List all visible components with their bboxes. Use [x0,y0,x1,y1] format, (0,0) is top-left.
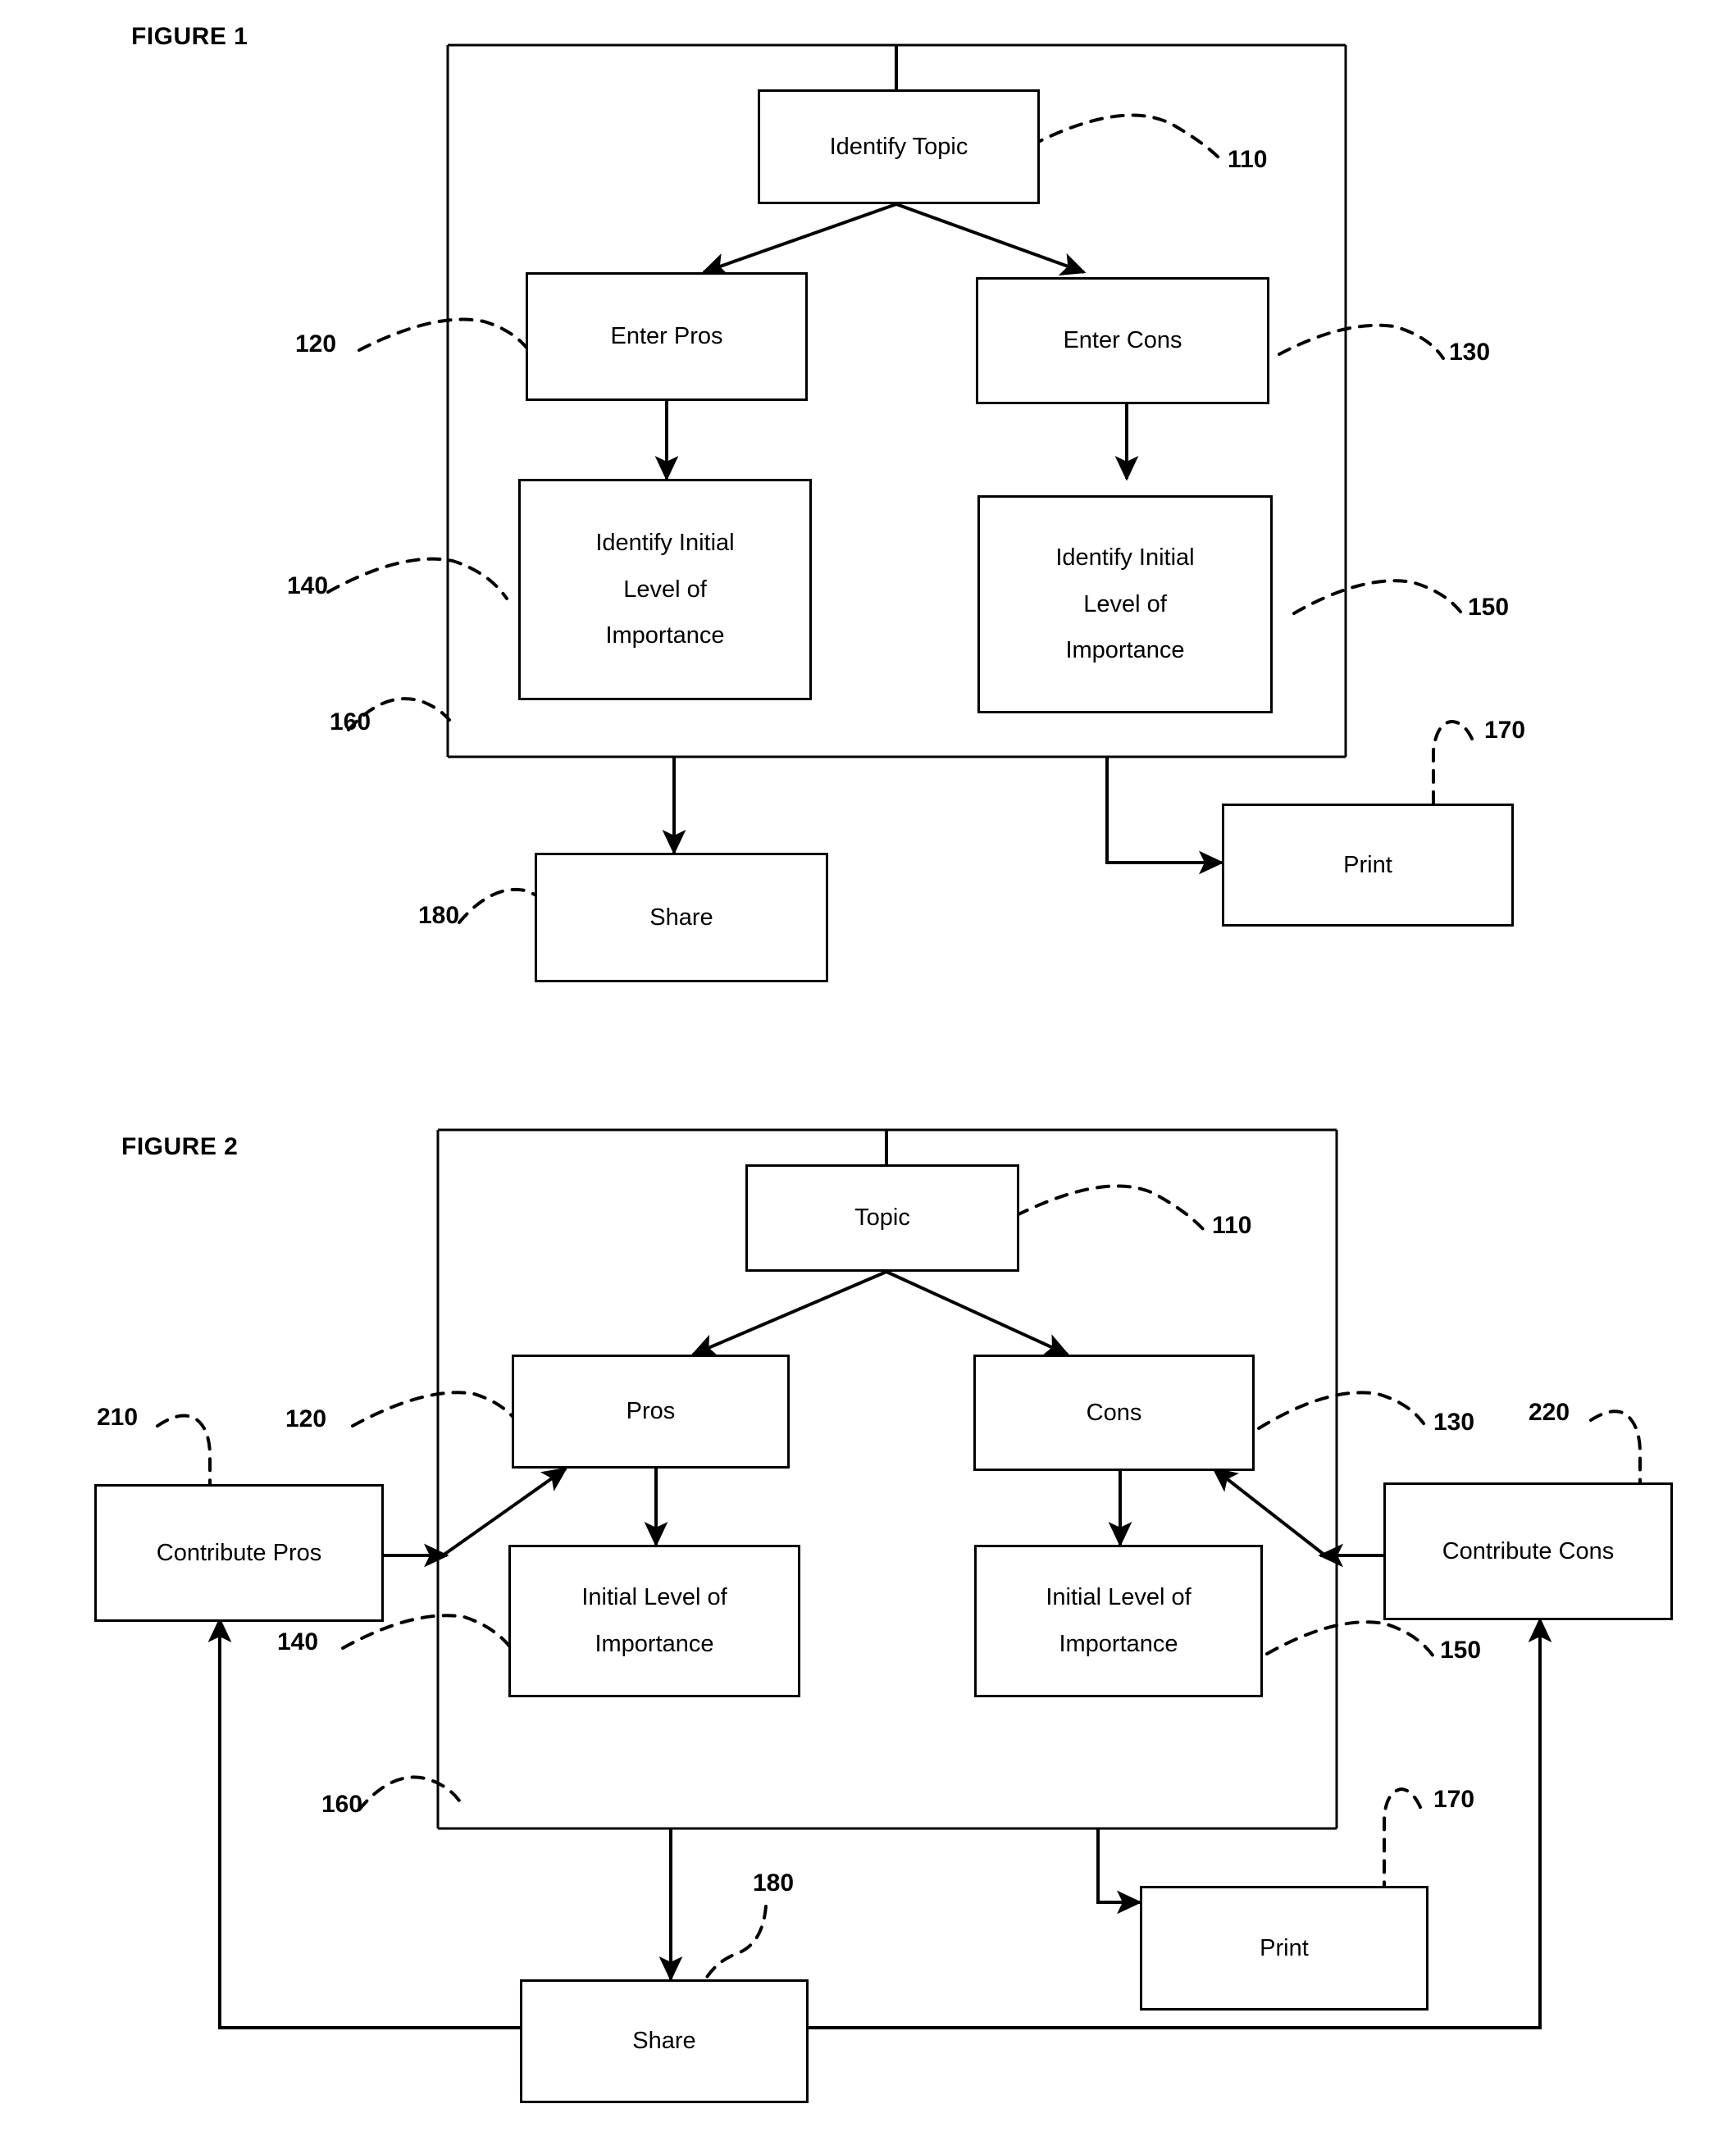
patent-drawing-sheet: FIGURE 1 Identify Topic Enter Pros Enter… [0,0,1736,2154]
fig2-node-level-pros-line1: Initial Level of [581,1584,727,1611]
fig2-node-initial-level-cons[interactable]: Initial Level of Importance [974,1545,1263,1697]
fig1-ref-170: 170 [1484,717,1526,744]
fig2-node-cons-label: Cons [1086,1399,1142,1426]
fig2-feedback-share-to-contribute-pros [207,1617,520,2029]
fig1-ref-160: 160 [330,708,371,735]
fig1-node-level-pros-line2: Level of [623,576,707,603]
fig2-leader-170 [1383,1787,1422,1888]
fig2-leader-150 [1265,1620,1435,1658]
fig1-node-enter-pros[interactable]: Enter Pros [526,272,808,401]
fig1-arrow-topic-to-enter-cons [895,203,1087,276]
fig1-ref-180: 180 [418,902,460,929]
fig2-node-level-pros-line2: Importance [595,1631,714,1657]
fig2-ref-210: 210 [97,1404,139,1431]
fig1-node-level-pros-line1: Identify Initial [595,530,735,557]
fig1-node-level-pros-line3: Importance [605,622,725,649]
fig2-ref-160: 160 [321,1791,363,1818]
fig2-leader-160 [358,1775,461,1811]
fig2-node-share[interactable]: Share [520,1979,809,2103]
fig1-node-enter-cons[interactable]: Enter Cons [976,277,1269,404]
fig2-leader-180 [702,1905,768,1984]
fig1-ref-110: 110 [1228,146,1268,173]
fig1-node-enter-cons-label: Enter Cons [1063,327,1182,354]
fig2-arrow-contribute-pros-to-pros [441,1467,568,1557]
fig2-node-topic-label: Topic [854,1205,910,1232]
fig1-node-level-cons-line2: Level of [1083,590,1167,617]
fig2-ref-220: 220 [1529,1399,1570,1426]
fig1-leader-110 [1030,113,1223,162]
fig1-leader-120 [358,317,533,356]
fig1-node-print-label: Print [1343,851,1392,878]
fig2-ref-150: 150 [1440,1637,1482,1664]
figure-1-title: FIGURE 1 [131,23,248,50]
fig1-node-identify-initial-level-cons[interactable]: Identify Initial Level of Importance [977,495,1273,713]
fig1-node-level-cons-line3: Importance [1065,637,1185,664]
fig2-leader-220 [1589,1409,1642,1484]
fig1-node-level-cons-line1: Identify Initial [1055,544,1195,572]
fig1-arrow-to-print [1105,757,1224,875]
fig2-node-initial-level-pros[interactable]: Initial Level of Importance [508,1545,800,1697]
fig2-node-share-label: Share [632,2028,696,2055]
fig2-node-contribute-cons[interactable]: Contribute Cons [1383,1482,1673,1620]
fig2-node-level-cons-line1: Initial Level of [1046,1584,1192,1611]
figure-2-title: FIGURE 2 [121,1133,239,1160]
fig1-node-share[interactable]: Share [535,853,828,982]
fig2-node-cons[interactable]: Cons [973,1355,1255,1471]
fig1-ref-130: 130 [1449,339,1491,366]
fig2-arrow-contribute-cons-to-cons [1211,1467,1327,1557]
fig1-ref-140: 140 [287,572,329,599]
fig2-node-pros[interactable]: Pros [512,1355,790,1469]
fig1-node-identify-topic-label: Identify Topic [829,133,968,160]
fig2-ref-110: 110 [1212,1212,1252,1239]
fig2-ref-180: 180 [753,1869,795,1897]
fig1-node-print[interactable]: Print [1222,804,1514,927]
fig2-node-print[interactable]: Print [1140,1886,1428,2011]
fig2-ref-130: 130 [1433,1409,1475,1436]
fig1-ref-120: 120 [295,330,337,357]
fig2-leader-110 [1015,1184,1205,1232]
fig1-node-share-label: Share [649,904,713,931]
fig1-node-enter-pros-label: Enter Pros [610,323,723,350]
fig2-leader-130 [1257,1391,1428,1430]
fig2-node-contribute-pros-label: Contribute Pros [156,1539,322,1566]
fig2-ref-180-placeholder: 170 [1433,1786,1475,1813]
fig2-ref-140: 140 [277,1628,319,1655]
fig2-arrow-topic-to-cons [886,1270,1070,1356]
fig2-arrow-to-print [1096,1828,1142,1915]
fig1-leader-130 [1278,323,1445,360]
fig1-arrow-topic-to-enter-pros [701,203,897,276]
fig1-node-identify-topic[interactable]: Identify Topic [758,89,1040,204]
fig2-node-topic[interactable]: Topic [745,1164,1019,1272]
fig2-node-print-label: Print [1260,1934,1309,1961]
fig1-ref-150: 150 [1468,594,1510,621]
fig1-leader-150 [1292,579,1465,617]
fig1-node-identify-initial-level-pros[interactable]: Identify Initial Level of Importance [518,479,812,700]
fig2-node-contribute-pros[interactable]: Contribute Pros [94,1484,384,1622]
fig2-arrow-topic-to-pros [690,1270,887,1357]
fig2-node-pros-label: Pros [626,1398,676,1425]
fig1-leader-140 [326,557,508,600]
connector-layer [156,43,1642,2029]
fig2-leader-210 [156,1414,212,1486]
fig2-node-level-cons-line2: Importance [1059,1631,1178,1657]
fig2-node-contribute-cons-label: Contribute Cons [1442,1537,1615,1564]
fig2-ref-120: 120 [285,1405,327,1432]
